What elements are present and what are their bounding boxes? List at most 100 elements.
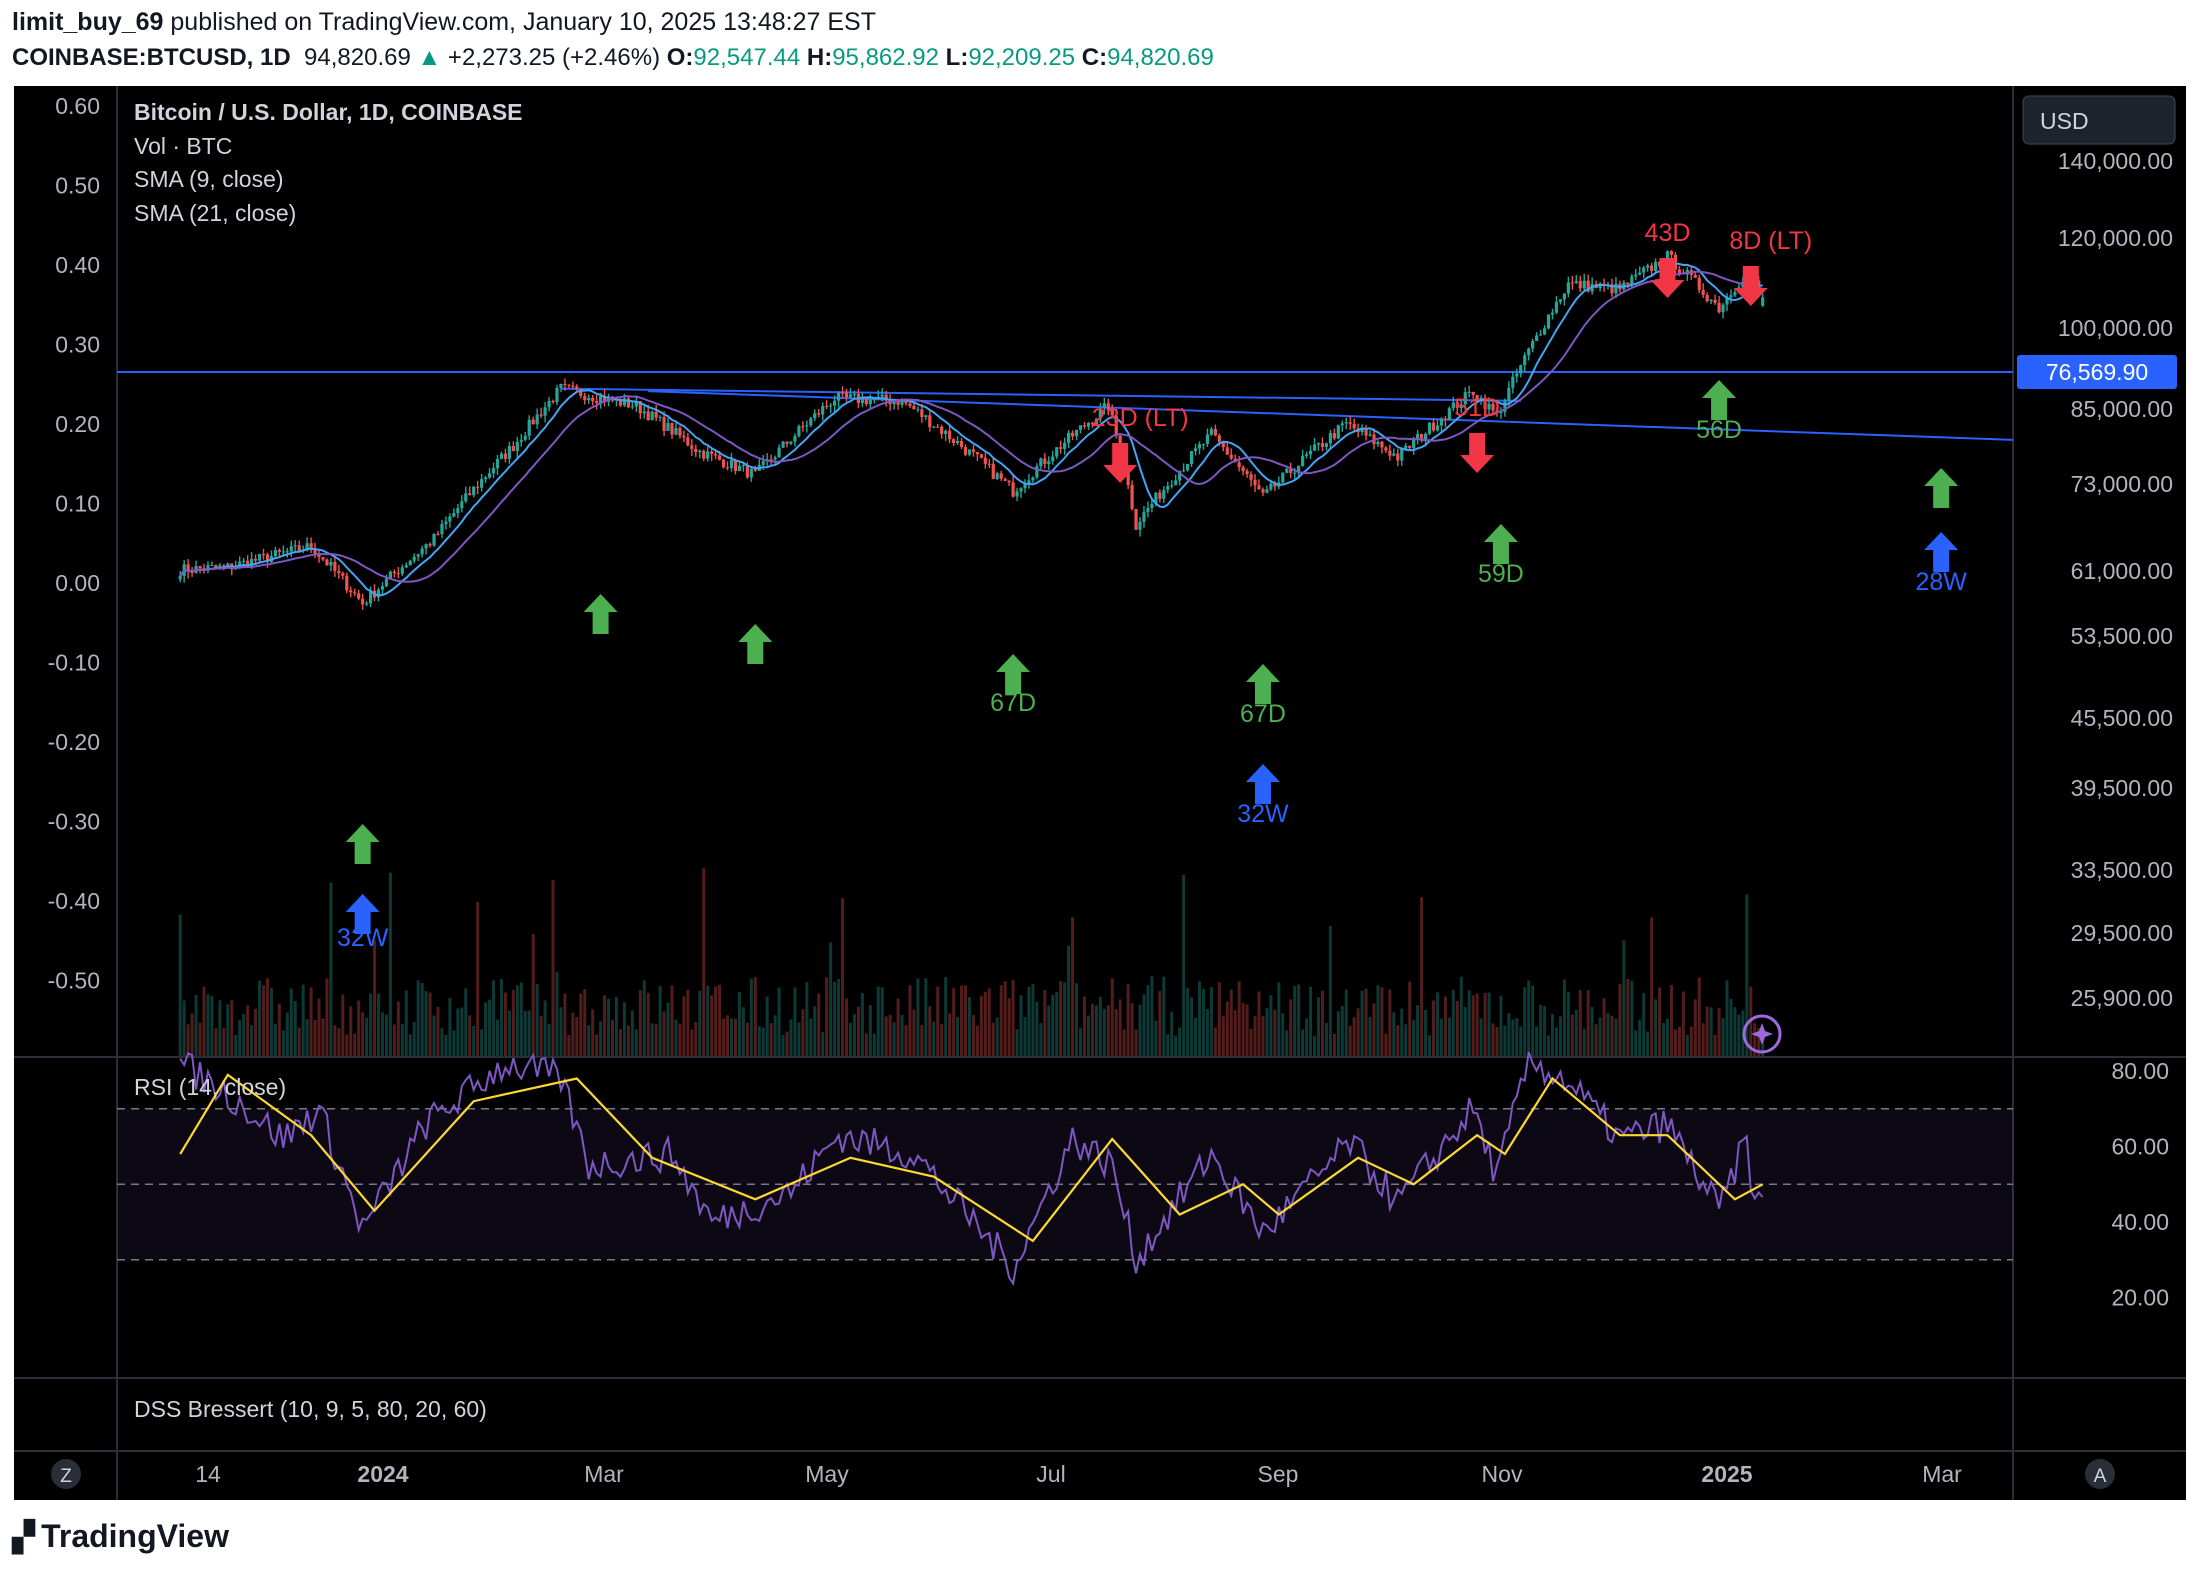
volume-bar (698, 990, 702, 1056)
volume-bar (670, 985, 674, 1056)
volume-bar (646, 992, 650, 1056)
green-arrow-up-icon[interactable] (583, 594, 618, 634)
volume-bar (1237, 981, 1241, 1056)
candle-body (1193, 448, 1198, 452)
volume-bar (1253, 1016, 1257, 1056)
green-arrow-up-icon[interactable] (1245, 664, 1280, 704)
candle-body (392, 571, 396, 574)
red-arrow-down-icon[interactable] (1103, 443, 1138, 483)
candle-body (242, 560, 246, 562)
candle-body (674, 427, 678, 435)
candle-body (1063, 442, 1067, 449)
candle-body (257, 554, 262, 561)
candle-body (1308, 450, 1313, 455)
volume-bar (1558, 1016, 1562, 1056)
blue-arrow-up-icon[interactable] (1924, 532, 1959, 572)
candle-body (341, 573, 345, 576)
volume-bar (880, 987, 884, 1056)
chart-area[interactable]: 32W 67D 23D (LT) 67D 32W 51D 59D 43D 56D 8D (LT) 2… (14, 86, 2186, 1500)
volume-bar (975, 1025, 979, 1056)
candle-body (821, 406, 825, 415)
volume-bar (718, 984, 722, 1056)
volume-bar (1586, 989, 1590, 1056)
volume-bar (1701, 1023, 1705, 1056)
candle-body (1352, 423, 1356, 429)
green-arrow-up-icon[interactable] (345, 824, 380, 864)
candle-body (491, 468, 496, 474)
volume-bar (856, 1006, 860, 1056)
volume-bar (1594, 1024, 1598, 1056)
candle-body (690, 445, 694, 449)
candle-body (1316, 443, 1321, 445)
candle-body (702, 450, 706, 459)
footer-brand[interactable]: ▞ TradingView (12, 1518, 229, 1555)
candle-body (384, 578, 389, 587)
green-arrow-up-icon[interactable] (996, 654, 1031, 694)
volume-bar (642, 980, 646, 1056)
red-arrow-down-icon[interactable] (1460, 433, 1495, 473)
volume-bar (1071, 917, 1075, 1056)
volume-bar (380, 1012, 384, 1056)
volume-bar (1677, 1026, 1681, 1056)
volume-bar (428, 992, 432, 1056)
time-axis-tick: Mar (1922, 1461, 1962, 1487)
volume-bar (472, 1025, 476, 1056)
candle-body (1427, 422, 1432, 434)
green-arrow-up-icon[interactable] (1702, 380, 1737, 420)
candle-body (1650, 265, 1654, 271)
candle-body (940, 426, 944, 435)
candle-body (1646, 265, 1650, 268)
green-arrow-up-icon[interactable] (738, 624, 773, 664)
candle-body (1162, 489, 1166, 499)
volume-bar (1170, 1011, 1174, 1056)
candle-body (1697, 277, 1701, 290)
volume-bar (547, 1023, 551, 1056)
candle-body (519, 439, 523, 442)
volume-bar (242, 1013, 246, 1056)
candle-body (1265, 489, 1269, 493)
candle-body (325, 559, 329, 566)
volume-bar (864, 1033, 868, 1056)
volume-bar (1110, 978, 1114, 1056)
candle-body (1693, 274, 1697, 278)
volume-bar (833, 981, 837, 1056)
candle-body (412, 556, 416, 561)
volume-bar (896, 998, 900, 1056)
candle-body (1332, 433, 1336, 439)
volume-bar (527, 1010, 531, 1056)
candle-body (1574, 280, 1578, 283)
candle-body (1538, 334, 1543, 336)
volume-bar (789, 1019, 793, 1056)
volume-bar (575, 1017, 579, 1056)
candle-body (928, 415, 932, 428)
volume-bar (1404, 1024, 1408, 1056)
candle-body (1257, 485, 1261, 490)
volume-bar (1511, 1019, 1515, 1056)
volume-bar (1150, 976, 1154, 1056)
volume-bar (1130, 1003, 1134, 1056)
blue-arrow-up-icon[interactable] (1245, 764, 1280, 804)
volume-bar (254, 1008, 258, 1056)
volume-bar (991, 1022, 995, 1056)
candle-body (698, 450, 702, 453)
volume-bar (587, 1025, 591, 1056)
symbol-label: COINBASE:BTCUSD, 1D (12, 44, 291, 71)
candle-body (1189, 451, 1194, 464)
candle-body (349, 590, 353, 593)
volume-bar (1554, 1027, 1558, 1056)
volume-bar (1356, 1008, 1360, 1056)
volume-bar (932, 1021, 936, 1056)
candle-body (464, 493, 468, 502)
chart-svg[interactable]: 32W 67D 23D (LT) 67D 32W 51D 59D 43D 56D 8D (LT) 2… (14, 86, 2186, 1500)
green-arrow-up-icon[interactable] (1483, 524, 1518, 564)
green-arrow-up-icon[interactable] (1924, 468, 1959, 508)
candle-body (345, 575, 349, 591)
arrow-label: 8D (LT) (1729, 227, 1812, 255)
trendline-1[interactable] (560, 387, 1521, 402)
publisher-name[interactable]: limit_buy_69 (12, 8, 163, 36)
volume-bar (765, 996, 769, 1056)
arrow-annotations[interactable]: 32W 67D 23D (LT) 67D 32W 51D 59D 43D 56D 8D (LT) 2… (337, 219, 1967, 952)
volume-bar (1225, 1001, 1229, 1056)
candle-body (1078, 425, 1083, 430)
candle-body (495, 458, 500, 469)
